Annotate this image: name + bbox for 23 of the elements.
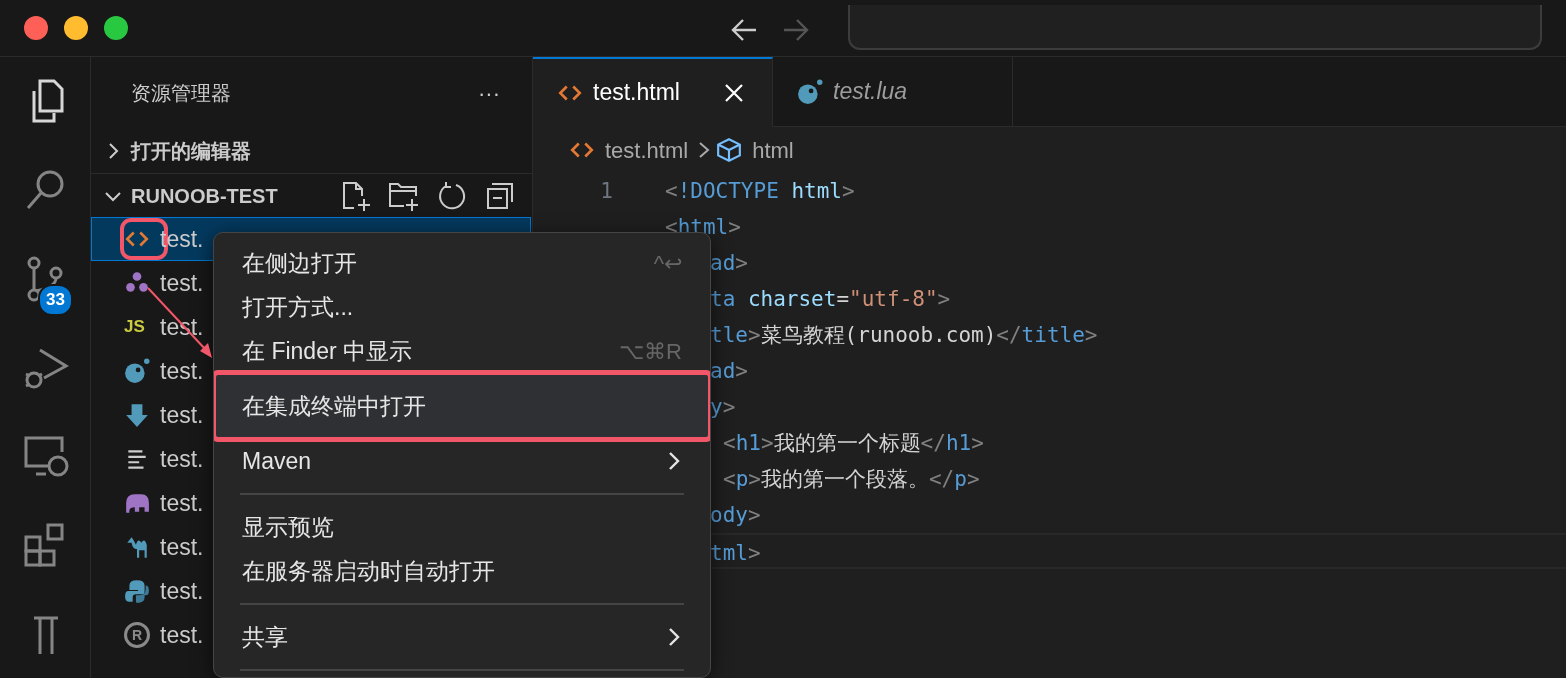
file-name: test. (160, 532, 204, 562)
badge: 33 (38, 284, 73, 316)
js-icon: JS (124, 314, 150, 340)
file-name: test. (160, 576, 204, 606)
file-name: test. (160, 400, 204, 430)
file-name: test. (160, 488, 204, 518)
line-number: 1 (599, 178, 613, 205)
file-name: test. (160, 620, 204, 650)
code-line: ad> (710, 359, 748, 383)
code-line: ad> (710, 251, 748, 275)
code-line: <h1>我的第一个标题</h1> (723, 431, 984, 455)
r-icon: R (124, 622, 150, 648)
file-name: test. (160, 268, 204, 298)
code-line: y> (710, 395, 736, 419)
sidebar-title: 资源管理器 (131, 81, 231, 106)
file-name: test. (160, 356, 204, 386)
code-line: tle>菜鸟教程(runoob.com)</title> (710, 323, 1098, 347)
code-line: ody> (710, 503, 761, 527)
file-name: test. (160, 444, 204, 474)
code-line: <p>我的第一个段落。</p> (723, 467, 980, 491)
code-line: <!DOCTYPE html> (665, 179, 855, 203)
code-line: tml> (710, 541, 761, 565)
code-line: ta charset="utf-8"> (710, 287, 951, 311)
